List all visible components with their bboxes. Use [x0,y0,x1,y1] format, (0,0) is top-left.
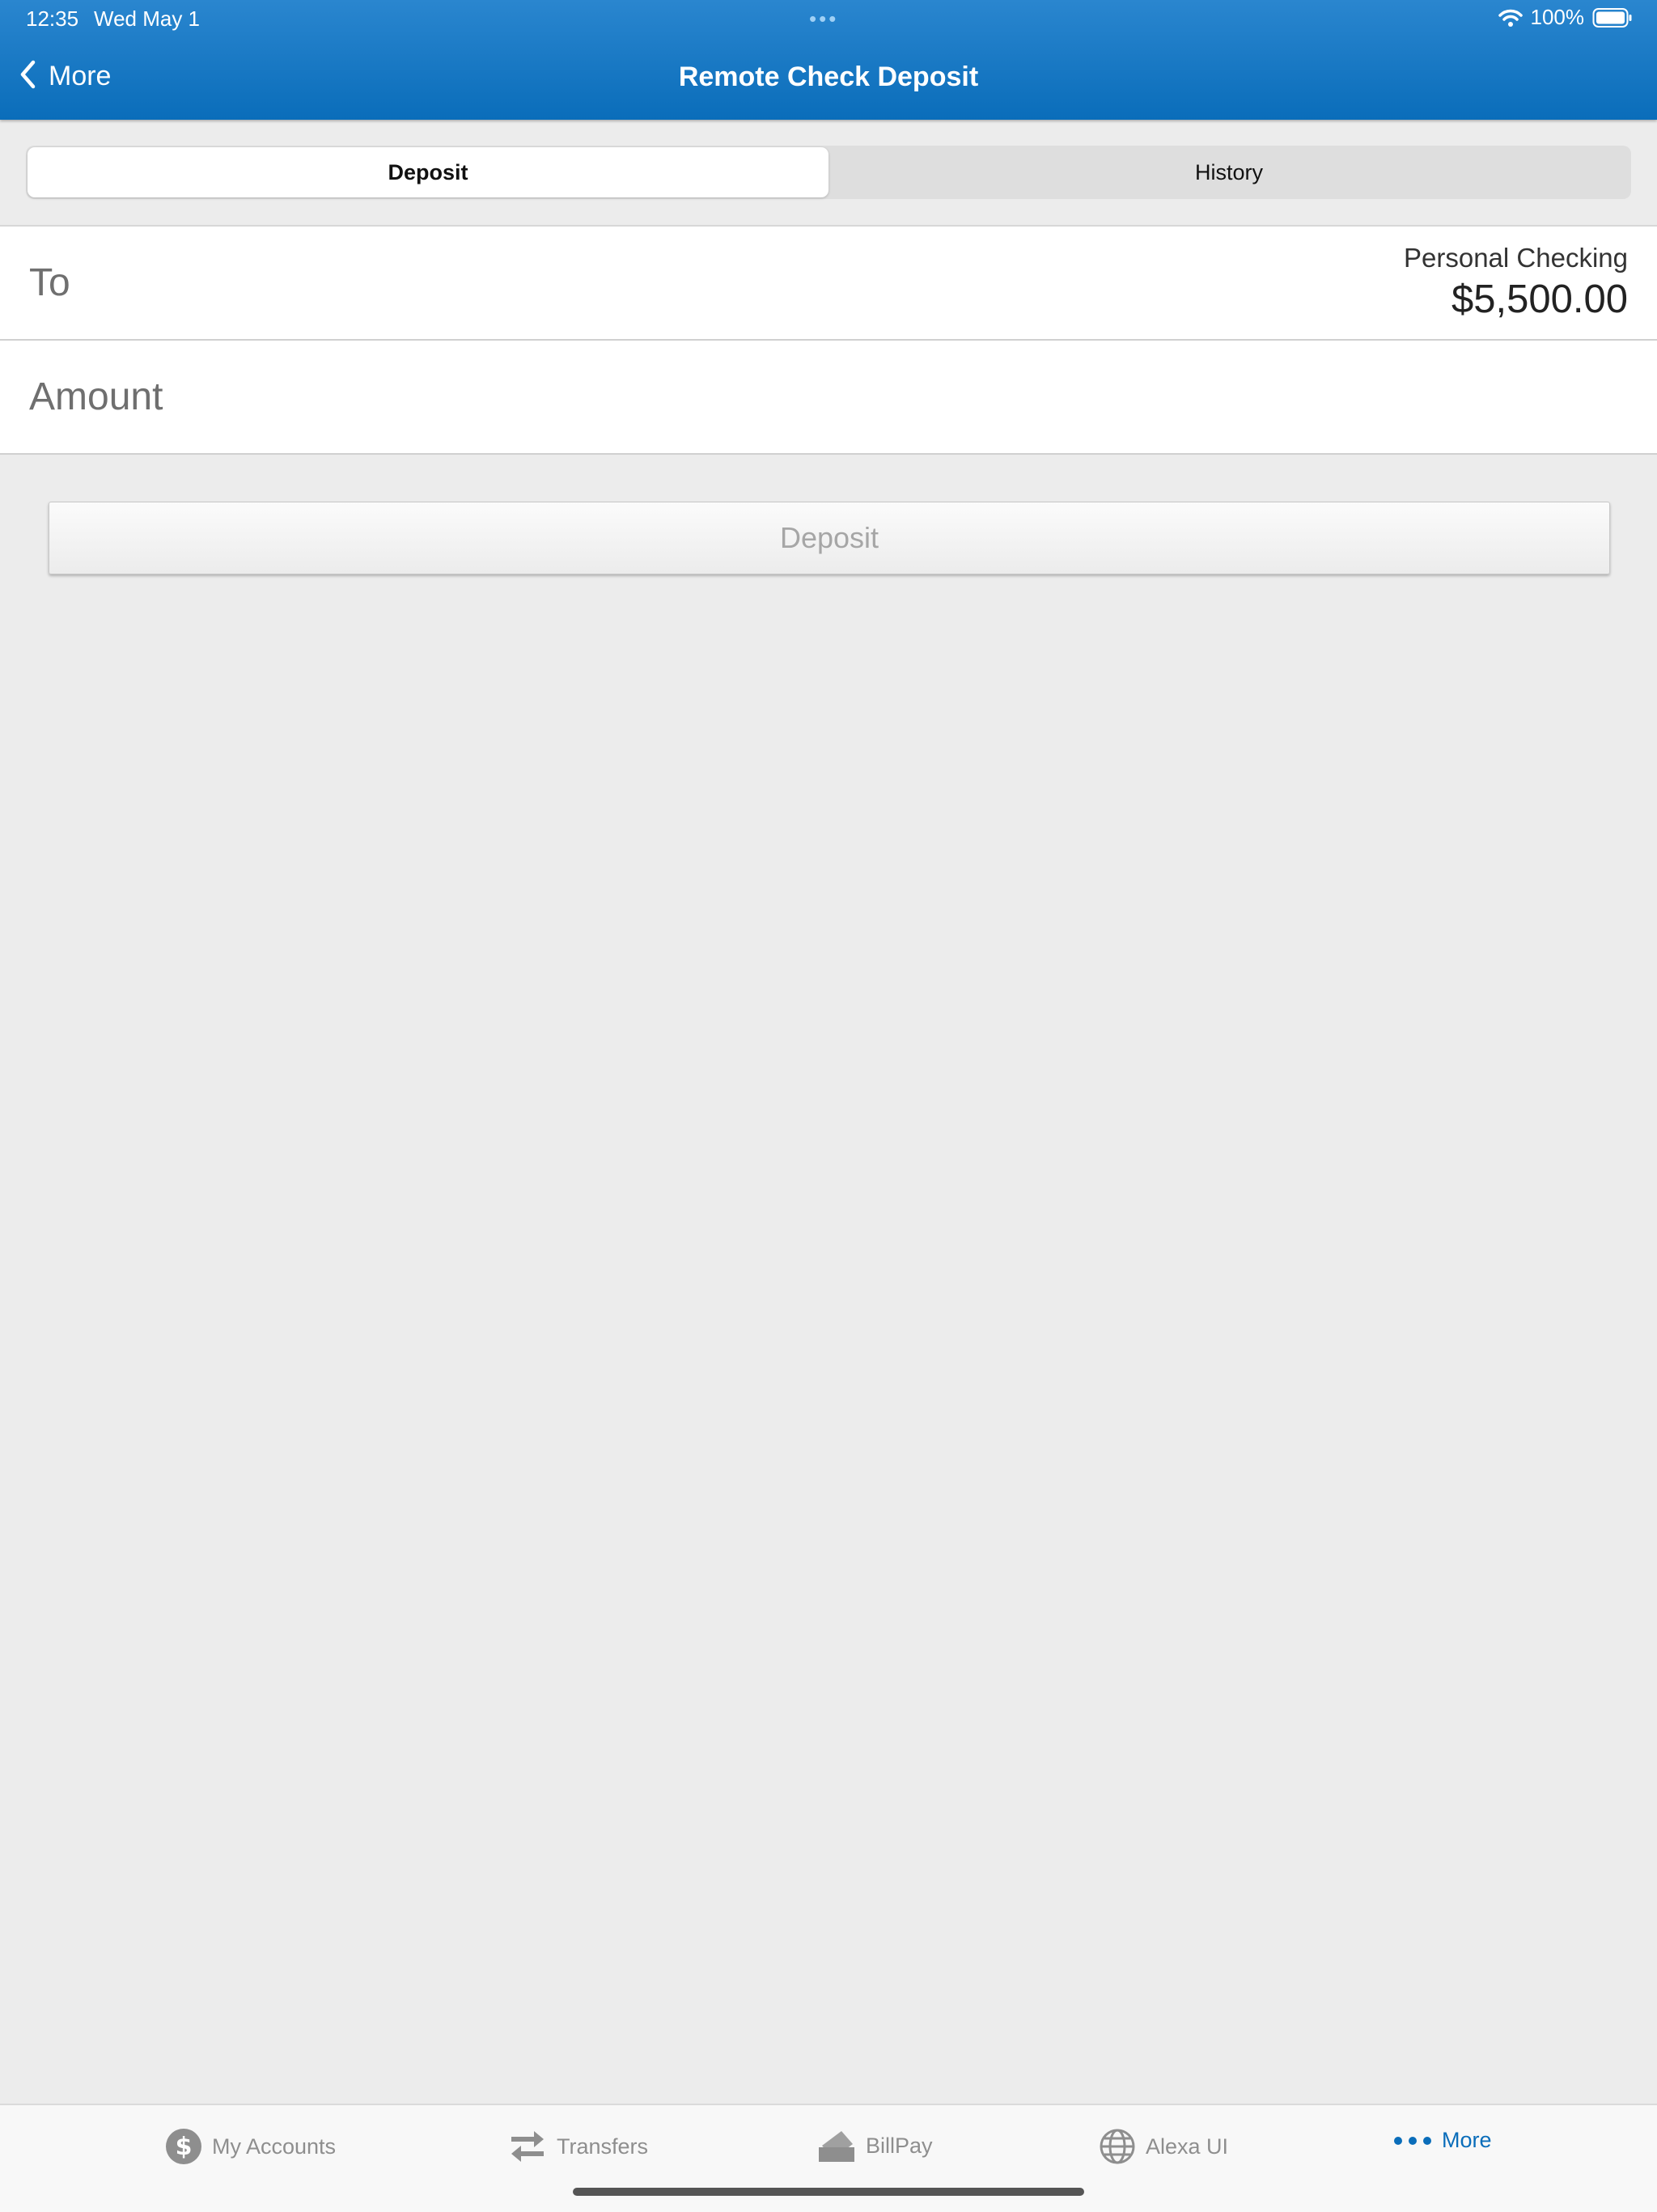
status-time: 12:35 [26,6,79,31]
dollar-circle-icon: $ [165,2128,202,2165]
tabbar-item-more[interactable]: More [1393,2128,1492,2153]
tab-deposit[interactable]: Deposit [28,147,828,197]
segmented-control: Deposit History [26,146,1631,199]
account-balance: $5,500.00 [1451,278,1628,321]
globe-icon [1099,2128,1136,2165]
tabbar-item-billpay[interactable]: BillPay [817,2128,933,2163]
page-title: Remote Check Deposit [678,61,979,92]
tabbar-item-my-accounts[interactable]: $ My Accounts [165,2128,336,2165]
tab-label: More [1442,2128,1492,2152]
tab-label: Alexa UI [1146,2134,1229,2159]
tab-label: BillPay [866,2133,933,2158]
tabbar-item-transfers[interactable]: Transfers [508,2128,648,2165]
multitasking-dots-icon[interactable]: ••• [809,6,838,32]
tab-label: My Accounts [212,2134,337,2159]
selected-account: Personal Checking $5,500.00 [1404,243,1628,322]
svg-text:$: $ [176,2133,193,2161]
to-label: To [29,261,70,304]
amount-field[interactable]: Amount [0,341,1657,455]
battery-percent: 100% [1530,5,1585,29]
status-indicators: 100% [1498,5,1634,30]
deposit-button[interactable]: Deposit [49,502,1610,574]
battery-icon [1592,7,1633,28]
tabbar-item-alexa-ui[interactable]: Alexa UI [1099,2128,1228,2165]
transfer-arrows-icon [508,2128,547,2165]
more-dots-icon [1393,2133,1432,2149]
billpay-icon [817,2128,856,2163]
account-name: Personal Checking [1404,243,1628,273]
tab-label: Transfers [557,2134,649,2159]
amount-label: Amount [29,375,163,418]
home-indicator[interactable] [573,2188,1084,2196]
navigation-header: 12:35 Wed May 1 ••• 100% More Remote Che… [0,0,1657,120]
wifi-icon [1498,8,1523,28]
tab-history[interactable]: History [828,147,1629,197]
deposit-form: To Personal Checking $5,500.00 Amount [0,225,1657,455]
status-date: Wed May 1 [94,6,201,31]
to-account-row[interactable]: To Personal Checking $5,500.00 [0,227,1657,341]
